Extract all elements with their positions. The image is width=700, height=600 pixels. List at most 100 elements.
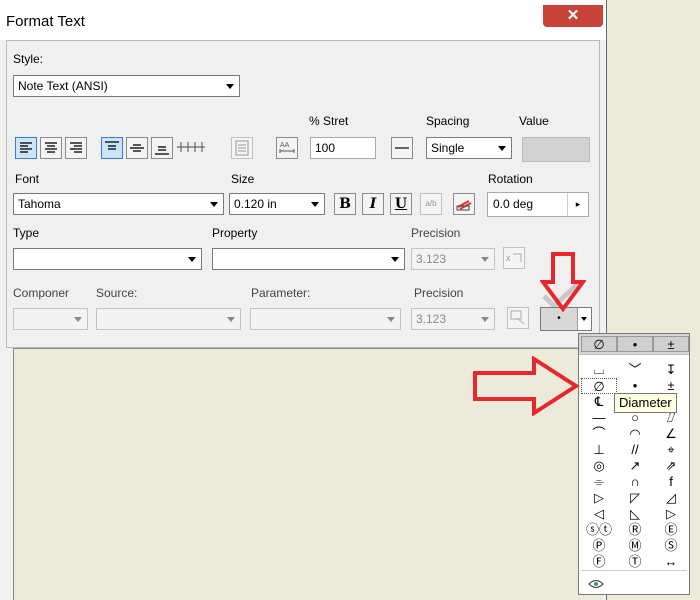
font-label: Font — [15, 172, 40, 186]
symbol-item[interactable]: ◸ — [617, 490, 653, 506]
diameter-quick[interactable]: ∅ — [581, 336, 617, 352]
layers-icon — [456, 200, 472, 211]
symbol-item[interactable]: ﹀ — [617, 362, 653, 378]
align-left-button[interactable] — [15, 137, 37, 159]
stretch-input[interactable]: 100 — [310, 137, 376, 159]
dot-quick[interactable]: • — [617, 336, 653, 352]
symbol-item[interactable]: ◺ — [617, 506, 653, 522]
symbol-item[interactable]: Ⓢ — [653, 538, 689, 554]
baseline-icon — [177, 142, 205, 152]
align-right-button[interactable] — [65, 137, 87, 159]
symbol-item[interactable]: Ⓣ — [617, 554, 653, 570]
stack-button[interactable]: a/b — [420, 193, 442, 215]
symbol-item[interactable]: ∩ — [617, 474, 653, 490]
close-button[interactable]: ✕ — [543, 5, 603, 27]
style-dropdown[interactable]: Note Text (ANSI) — [13, 75, 240, 97]
symbol-item[interactable]: — — [581, 410, 617, 426]
component-dropdown[interactable] — [13, 308, 88, 330]
style-label: Style: — [13, 52, 44, 66]
symbol-item[interactable]: ∠ — [653, 426, 689, 442]
line-spacing-button[interactable] — [391, 137, 413, 159]
insert-text-button[interactable] — [231, 137, 253, 159]
parameter-dropdown[interactable] — [250, 308, 401, 330]
size-dropdown[interactable]: 0.120 in — [229, 193, 325, 215]
symbol-item[interactable]: Ⓔ — [653, 522, 689, 538]
symbol-button-label: • — [557, 313, 561, 324]
diameter-symbol[interactable]: ∅ — [581, 378, 617, 394]
check-icon — [542, 280, 582, 310]
symbol-item[interactable]: ⌴ — [581, 362, 617, 378]
spacing-dropdown[interactable]: Single — [426, 137, 512, 159]
type-dropdown[interactable] — [13, 248, 202, 270]
property-dropdown[interactable] — [212, 248, 405, 270]
symbol-item[interactable]: ◁ — [581, 506, 617, 522]
symbol-item[interactable]: ◿ — [653, 490, 689, 506]
bold-button[interactable]: B — [334, 193, 356, 215]
font-value: Tahoma — [18, 197, 61, 211]
align-center-button[interactable] — [40, 137, 62, 159]
size-value: 0.120 in — [234, 197, 277, 211]
precision-label: Precision — [411, 226, 461, 240]
title-bar — [0, 0, 606, 40]
stretch-text-button[interactable]: AA — [276, 137, 298, 159]
align-middle-icon — [130, 144, 144, 152]
symbol-item[interactable]: ℄ — [581, 394, 617, 410]
color-button[interactable] — [453, 193, 475, 215]
baseline-button[interactable] — [176, 137, 205, 159]
rotation-spin-icon[interactable]: ▸ — [567, 193, 588, 216]
symbol-item[interactable]: ◎ — [581, 458, 617, 474]
type-label: Type — [13, 226, 40, 240]
precision2-value: 3.123 — [416, 312, 447, 326]
symbol-item[interactable]: ⌒ — [581, 426, 617, 442]
symbol-popup: ∅ • ± ⌴ ﹀ ↧ ∅ • ± ℄ — ○ ⌰ ⌒ ◠ ∠ ⊥//⌖ ◎ ↗ ⇗ ⌯ ∩ f ▷ ◸ ◿ ◁ ◺ ▷ ⓢⓣ Ⓡ Ⓔ Ⓟ… — [578, 333, 690, 595]
symbol-item[interactable]: Ⓟ — [581, 538, 617, 554]
parameter-label: Parameter: — [251, 286, 311, 300]
symbol-popup-header: ∅ • ± — [579, 334, 689, 355]
size-label: Size — [231, 172, 255, 186]
precision-value: 3.123 — [416, 252, 447, 266]
symbol-item[interactable]: ⌯ — [581, 474, 617, 490]
symbol-item[interactable]: ⇗ — [653, 458, 689, 474]
precision2-dropdown[interactable]: 3.123 — [411, 308, 495, 330]
symbol-item[interactable]: ⌖ — [653, 442, 689, 458]
align-center-icon — [45, 142, 57, 153]
align-bottom-button[interactable] — [151, 137, 173, 159]
value-input[interactable] — [522, 137, 590, 162]
italic-button[interactable]: I — [362, 193, 384, 215]
source-dropdown[interactable] — [96, 308, 241, 330]
symbol-item[interactable]: ↗ — [617, 458, 653, 474]
symbol-item[interactable]: f — [653, 474, 689, 490]
diameter-tooltip: Diameter — [614, 393, 677, 413]
symbol-item[interactable]: ◠ — [617, 426, 653, 442]
font-dropdown[interactable]: Tahoma — [13, 193, 224, 215]
symbol-item[interactable]: ▷ — [581, 490, 617, 506]
underline-button[interactable]: U — [390, 193, 412, 215]
align-top-button[interactable] — [101, 137, 123, 159]
text-editor[interactable] — [13, 348, 602, 600]
add-parameter-button[interactable]: x — [503, 247, 525, 269]
symbol-button[interactable]: • — [540, 307, 592, 331]
style-value: Note Text (ANSI) — [18, 79, 108, 93]
symbol-item[interactable]: Ⓜ — [617, 538, 653, 554]
symbol-item[interactable]: // — [617, 442, 653, 458]
insert-parameter-button[interactable] — [507, 307, 529, 329]
spacing-value: Single — [431, 141, 465, 155]
symbol-dropdown-arrow[interactable] — [577, 308, 591, 330]
shape-icon[interactable] — [587, 577, 605, 591]
symbol-item[interactable]: ± — [653, 378, 689, 394]
rotation-input[interactable]: 0.0 deg ▸ — [487, 192, 589, 217]
insert-field-icon: x — [506, 253, 522, 263]
line-icon — [395, 147, 409, 149]
symbol-item[interactable]: ⊥ — [581, 442, 617, 458]
align-middle-button[interactable] — [126, 137, 148, 159]
symbol-item[interactable]: ↧ — [653, 362, 689, 378]
symbol-item[interactable]: Ⓡ — [617, 522, 653, 538]
symbol-item[interactable]: ▷ — [653, 506, 689, 522]
precision-dropdown[interactable]: 3.123 — [411, 248, 495, 270]
symbol-item[interactable]: ↔ — [653, 554, 689, 570]
symbol-item[interactable]: ⓢⓣ — [581, 522, 617, 538]
value-label: Value — [519, 114, 549, 128]
symbol-item[interactable]: • — [617, 378, 653, 394]
plus-minus-quick[interactable]: ± — [653, 336, 689, 352]
symbol-item[interactable]: Ⓕ — [581, 554, 617, 570]
